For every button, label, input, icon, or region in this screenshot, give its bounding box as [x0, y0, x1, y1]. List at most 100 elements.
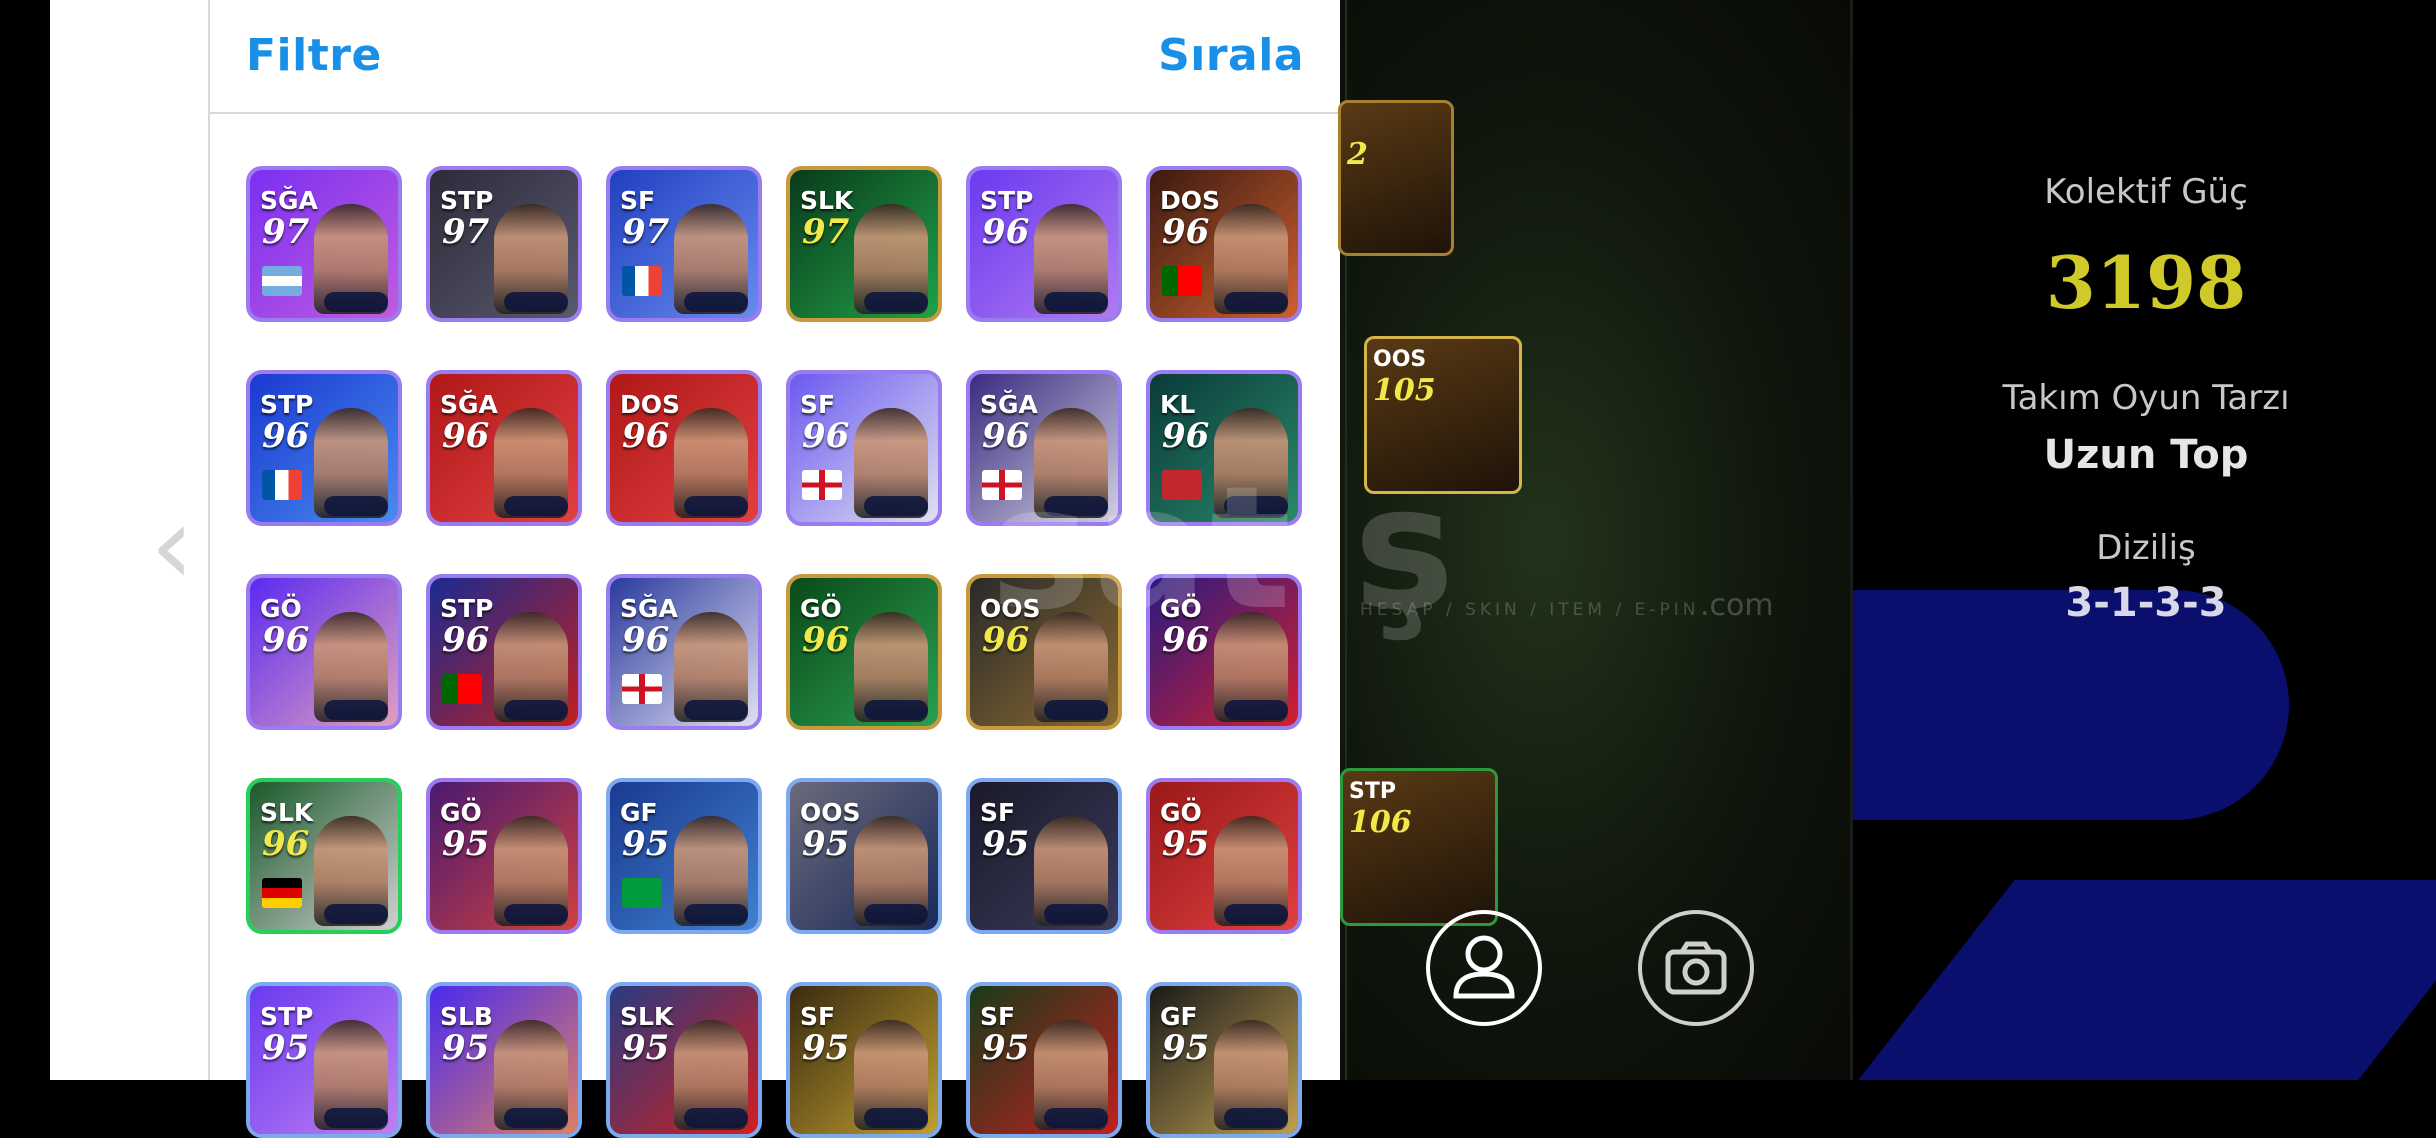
- player-rating: 95: [622, 824, 670, 864]
- nationality-flag-icon: [622, 266, 662, 296]
- player-position: OOS: [800, 798, 861, 827]
- player-position: SLB: [440, 1002, 493, 1031]
- player-rating: 96: [1162, 212, 1210, 252]
- pitch-card-rating: 105: [1373, 373, 1436, 408]
- player-position: GÖ: [1160, 798, 1202, 827]
- camera-button[interactable]: [1638, 910, 1754, 1026]
- player-position: STP: [260, 390, 314, 419]
- player-position: STP: [260, 1002, 314, 1031]
- player-position: KL: [1160, 390, 1196, 419]
- player-position: GF: [1160, 1002, 1198, 1031]
- pitch-card-rating: 2: [1347, 137, 1368, 172]
- player-card[interactable]: SLK 97: [786, 166, 942, 322]
- player-rating: 96: [802, 620, 850, 660]
- nationality-flag-icon: [802, 470, 842, 500]
- player-position: SF: [980, 798, 1016, 827]
- skill-badges: [324, 292, 388, 312]
- player-rating: 95: [622, 1028, 670, 1068]
- player-card[interactable]: SF 96: [786, 370, 942, 526]
- player-position: SĞA: [260, 186, 318, 215]
- player-rating: 95: [982, 824, 1030, 864]
- nationality-flag-icon: [622, 674, 662, 704]
- pitch-card-rating: 106: [1349, 805, 1412, 840]
- player-card[interactable]: STP 96: [966, 166, 1122, 322]
- skill-badges: [1044, 1108, 1108, 1128]
- player-card[interactable]: SLB 95: [426, 982, 582, 1138]
- pitch-card-position: OOS: [1373, 347, 1427, 372]
- player-card[interactable]: STP 95: [246, 982, 402, 1138]
- filter-button[interactable]: Filtre: [246, 30, 382, 81]
- player-rating: 95: [442, 1028, 490, 1068]
- player-rating: 97: [442, 212, 490, 252]
- decorative-blue-stripe: [1853, 880, 2436, 1080]
- skill-badges: [684, 904, 748, 924]
- sort-button[interactable]: Sırala: [1158, 30, 1304, 81]
- player-position: SLK: [800, 186, 854, 215]
- player-card[interactable]: SLK 95: [606, 982, 762, 1138]
- watermark-tagline: HESAP / SKIN / ITEM / E-PIN: [1360, 600, 1700, 620]
- player-card[interactable]: SF 97: [606, 166, 762, 322]
- player-card[interactable]: STP 96: [426, 574, 582, 730]
- skill-badges: [324, 1108, 388, 1128]
- player-rating: 95: [262, 1028, 310, 1068]
- player-card[interactable]: GF 95: [1146, 982, 1302, 1138]
- player-rating: 97: [262, 212, 310, 252]
- player-card[interactable]: STP 96: [246, 370, 402, 526]
- player-rating: 96: [262, 620, 310, 660]
- player-position: GÖ: [800, 594, 842, 623]
- skill-badges: [504, 292, 568, 312]
- player-card[interactable]: GÖ 95: [1146, 778, 1302, 934]
- player-position: SĞA: [440, 390, 498, 419]
- player-card[interactable]: SĞA 96: [426, 370, 582, 526]
- profile-button[interactable]: [1426, 910, 1542, 1026]
- skill-badges: [324, 496, 388, 516]
- team-style-label: Takım Oyun Tarzı: [2002, 378, 2290, 418]
- skill-badges: [324, 904, 388, 924]
- nationality-flag-icon: [262, 266, 302, 296]
- player-card[interactable]: GF 95: [606, 778, 762, 934]
- player-card[interactable]: SF 95: [966, 778, 1122, 934]
- player-card[interactable]: SF 95: [786, 982, 942, 1138]
- skill-badges: [324, 700, 388, 720]
- player-position: DOS: [1160, 186, 1221, 215]
- nationality-flag-icon: [1162, 266, 1202, 296]
- player-card[interactable]: DOS 96: [606, 370, 762, 526]
- panel-header: Filtre Sırala: [210, 0, 1340, 114]
- player-position: SĞA: [980, 390, 1038, 419]
- skill-badges: [684, 496, 748, 516]
- skill-badges: [684, 1108, 748, 1128]
- player-rating: 96: [982, 212, 1030, 252]
- player-card[interactable]: SĞA 96: [606, 574, 762, 730]
- player-position: GÖ: [260, 594, 302, 623]
- player-rating: 95: [982, 1028, 1030, 1068]
- pitch-player-card[interactable]: STP 106: [1340, 768, 1498, 926]
- player-card[interactable]: GÖ 96: [786, 574, 942, 730]
- player-grid: SĞA 97 STP 97 SF 97 SLK 97 STP 96 DOS 96 STP 96 SĞA 96 D…: [246, 166, 1306, 1138]
- skill-badges: [504, 1108, 568, 1128]
- formation-label: Diziliş: [2096, 528, 2196, 568]
- player-rating: 96: [622, 620, 670, 660]
- pitch-player-card[interactable]: 2: [1338, 100, 1454, 256]
- player-card[interactable]: GÖ 95: [426, 778, 582, 934]
- watermark-domain: .com: [1700, 588, 1774, 623]
- player-card[interactable]: SĞA 97: [246, 166, 402, 322]
- skill-badges: [1224, 1108, 1288, 1128]
- player-card[interactable]: DOS 96: [1146, 166, 1302, 322]
- player-position: STP: [980, 186, 1034, 215]
- player-rating: 95: [1162, 1028, 1210, 1068]
- player-rating: 97: [802, 212, 850, 252]
- player-rating: 97: [622, 212, 670, 252]
- team-info-panel: Kolektif Güç 3198 Takım Oyun Tarzı Uzun …: [1850, 0, 2436, 1080]
- player-card[interactable]: GÖ 96: [246, 574, 402, 730]
- player-rating: 96: [802, 416, 850, 456]
- chevron-left-icon[interactable]: ‹: [150, 490, 194, 600]
- camera-icon: [1665, 941, 1727, 995]
- player-position: GÖ: [440, 798, 482, 827]
- player-card[interactable]: OOS 95: [786, 778, 942, 934]
- player-card[interactable]: SLK 96: [246, 778, 402, 934]
- skill-badges: [1044, 700, 1108, 720]
- skill-badges: [1224, 700, 1288, 720]
- formation-value: 3-1-3-3: [2065, 580, 2227, 626]
- player-card[interactable]: SF 95: [966, 982, 1122, 1138]
- player-card[interactable]: STP 97: [426, 166, 582, 322]
